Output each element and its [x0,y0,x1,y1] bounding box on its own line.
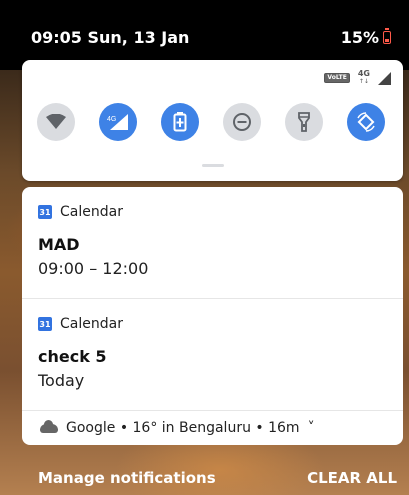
notification-body: Today [38,371,85,390]
notification-title: MAD [38,235,80,254]
notification-app-header: 31 Calendar [38,316,123,332]
battery-saver-icon [173,112,187,132]
notification-calendar-check5[interactable]: 31 Calendar check 5 Today [22,299,403,411]
google-weather-notification[interactable]: Google • 16° in Bengaluru • 16m ˅ [22,409,403,445]
auto-rotate-icon [357,112,375,132]
battery-percentage: 15% [340,28,379,47]
tile-auto-rotate[interactable] [347,103,385,141]
wifi-icon [46,114,66,129]
notification-app-name: Calendar [60,316,123,332]
notification-list: 31 Calendar MAD 09:00 – 12:00 31 Calenda… [22,187,403,445]
tile-do-not-disturb[interactable] [223,103,261,141]
network-type-icon: 4G ↑↓ [357,69,370,86]
tile-wifi[interactable] [37,103,75,141]
calendar-icon: 31 [38,205,52,219]
flashlight-icon [298,112,310,132]
cloud-icon [40,419,58,433]
do-not-disturb-icon [233,113,251,131]
notification-footer: Manage notifications CLEAR ALL [0,455,409,495]
tile-flashlight[interactable] [285,103,323,141]
notification-app-name: Calendar [60,204,123,220]
calendar-icon: 31 [38,317,52,331]
notification-title: check 5 [38,347,107,366]
manage-notifications-button[interactable]: Manage notifications [38,469,216,487]
battery-indicator: 15% [341,28,391,47]
clear-all-button[interactable]: CLEAR ALL [307,469,397,487]
svg-text:4G: 4G [107,116,116,123]
google-weather-text: Google • 16° in Bengaluru • 16m [66,420,300,436]
mobile-data-4g-icon: 4G [107,114,128,130]
qs-status-icons: VoLTE 4G ↑↓ [324,70,391,86]
volte-icon: VoLTE [324,73,350,83]
quick-settings-tiles: 4G [37,103,385,141]
notification-body: 09:00 – 12:00 [38,259,149,278]
notification-calendar-mad[interactable]: 31 Calendar MAD 09:00 – 12:00 [22,187,403,299]
expand-handle[interactable] [202,164,224,167]
tile-battery-saver[interactable] [161,103,199,141]
signal-icon [378,71,391,85]
notification-app-header: 31 Calendar [38,204,123,220]
chevron-down-icon[interactable]: ˅ [308,420,315,436]
quick-settings-panel[interactable]: VoLTE 4G ↑↓ 4G [22,60,403,181]
battery-low-icon [383,28,391,44]
tile-mobile-data[interactable]: 4G [99,103,137,141]
time-date: 09:05 Sun, 13 Jan [31,28,190,47]
